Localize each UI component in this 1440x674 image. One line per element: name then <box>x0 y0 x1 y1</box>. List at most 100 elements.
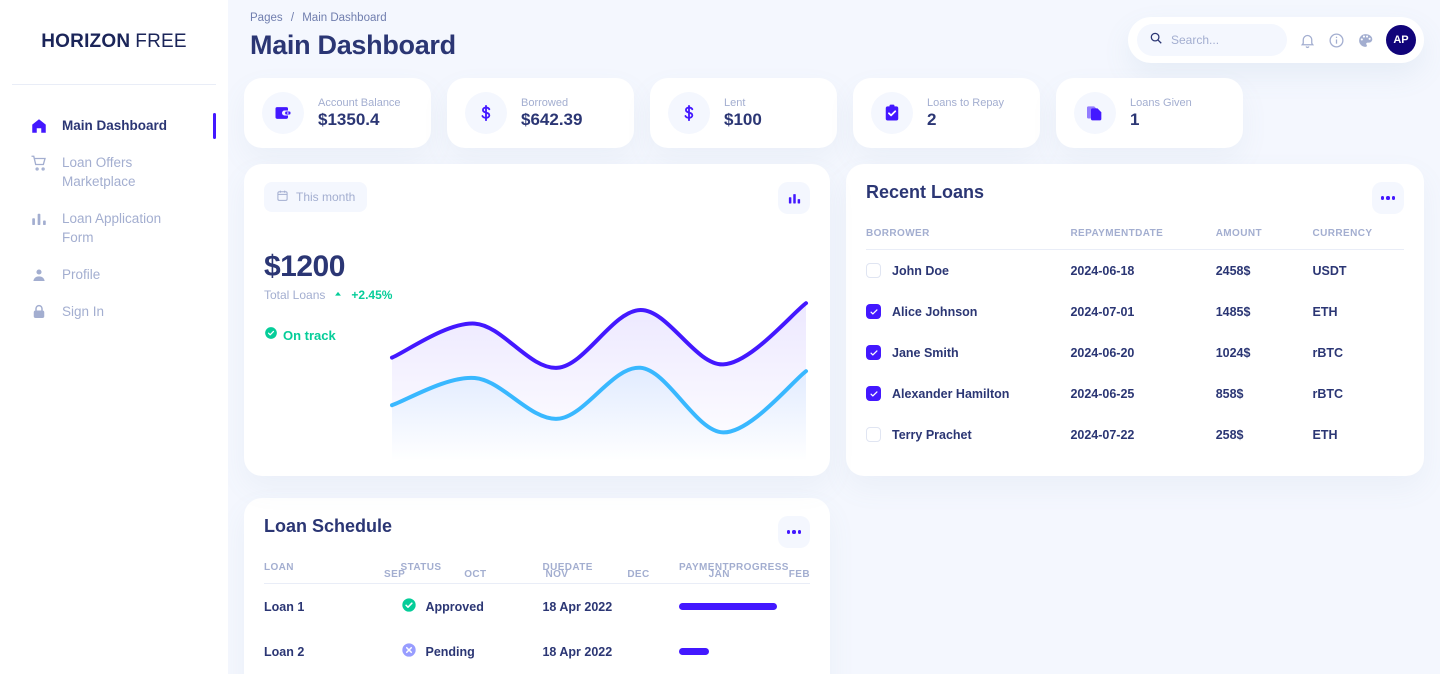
table-row[interactable]: Alice Johnson 2024-07-01 1485$ ETH <box>866 291 1404 332</box>
x-tick: SEP <box>384 569 406 580</box>
x-tick: JAN <box>708 569 730 580</box>
ellipsis-icon[interactable] <box>778 516 810 548</box>
stat-text: Account Balance $1350.4 <box>318 97 401 130</box>
table-row[interactable]: John Doe 2024-06-18 2458$ USDT <box>866 250 1404 292</box>
page-title: Main Dashboard <box>250 30 456 60</box>
active-indicator <box>213 113 216 139</box>
table-header-row: BORROWER REPAYMENTDATE AMOUNT CURRENCY <box>866 214 1404 250</box>
sidebar-item-sign-in[interactable]: Sign In <box>0 293 228 330</box>
chart-type-button[interactable] <box>778 182 810 214</box>
line-chart-svg <box>390 301 808 462</box>
stat-card-loans-to-repay[interactable]: Loans to Repay 2 <box>853 78 1040 148</box>
recent-loans-thead: BORROWER REPAYMENTDATE AMOUNT CURRENCY <box>866 214 1404 250</box>
stat-value: 1 <box>1130 109 1140 129</box>
row-checkbox[interactable] <box>866 386 881 401</box>
stat-text: Loans to Repay 2 <box>927 97 1004 130</box>
stat-card-borrowed[interactable]: Borrowed $642.39 <box>447 78 634 148</box>
dollar-icon <box>668 92 710 134</box>
column-header-repaymentdate[interactable]: REPAYMENTDATE <box>1070 214 1216 250</box>
column-header-amount[interactable]: AMOUNT <box>1215 214 1313 250</box>
x-tick: FEB <box>788 569 810 580</box>
header-toolbar: AP <box>1128 17 1424 63</box>
recent-loans-title: Recent Loans <box>866 182 985 202</box>
borrower-name: Alice Johnson <box>892 304 978 319</box>
breadcrumb-root[interactable]: Pages <box>250 12 283 24</box>
sidebar-item-main-dashboard[interactable]: Main Dashboard <box>0 107 228 144</box>
stat-card-lent[interactable]: Lent $100 <box>650 78 837 148</box>
cell-amount: 258$ <box>1215 427 1244 442</box>
column-header-borrower[interactable]: BORROWER <box>866 214 1071 250</box>
status-approved-icon <box>401 597 417 616</box>
table-row[interactable]: Jane Smith 2024-06-20 1024$ rBTC <box>866 332 1404 373</box>
avatar[interactable]: AP <box>1386 25 1416 55</box>
bar-chart-icon <box>30 210 48 228</box>
status-pending-icon <box>401 642 417 661</box>
cell-borrower: Alexander Hamilton <box>866 373 1070 414</box>
person-icon <box>30 266 48 284</box>
documents-icon <box>1074 92 1116 134</box>
loan-schedule-tbody: Loan 1 Approved 18 Apr 2022 Loan 2 Pending 18… <box>264 584 810 674</box>
search-input[interactable] <box>1171 33 1275 47</box>
cell-borrower: Terry Prachet <box>866 414 1070 455</box>
stat-card-loans-given[interactable]: Loans Given 1 <box>1056 78 1243 148</box>
cell-borrower: Jane Smith <box>866 332 1070 373</box>
cell-repaymentdate: 2024-06-20 <box>1070 345 1135 360</box>
chart-kpi-block: $1200 Total Loans +2.45% On track <box>264 250 392 345</box>
search-box[interactable] <box>1137 24 1287 56</box>
stat-text: Lent $100 <box>724 97 762 130</box>
recent-loans-header: Recent Loans <box>866 182 1404 214</box>
cell-currency: ETH <box>1312 304 1338 319</box>
table-row[interactable]: Terry Prachet 2024-07-22 258$ ETH <box>866 414 1404 455</box>
stat-card-account-balance[interactable]: Account Balance $1350.4 <box>244 78 431 148</box>
cell-loan: Loan 1 <box>264 599 305 614</box>
stat-text: Borrowed $642.39 <box>521 97 582 130</box>
sidebar-item-profile[interactable]: Profile <box>0 256 228 293</box>
date-range-button[interactable]: This month <box>264 182 368 212</box>
progress-fill <box>678 648 710 655</box>
row-checkbox[interactable] <box>866 304 881 319</box>
stat-card-row: Account Balance $1350.4 Borrowed $642.39 <box>244 78 1424 148</box>
cell-status: Approved <box>401 584 543 630</box>
stat-label: Lent <box>724 96 746 109</box>
table-row[interactable]: Alexander Hamilton 2024-06-25 858$ rBTC <box>866 373 1404 414</box>
cell-progress <box>678 584 810 630</box>
trend-up-icon <box>333 286 343 304</box>
row-checkbox[interactable] <box>866 345 881 360</box>
table-row[interactable]: Loan 2 Pending 18 Apr 2022 <box>264 629 810 674</box>
row-checkbox[interactable] <box>866 427 881 442</box>
column-header-loan[interactable]: LOAN <box>264 548 401 584</box>
sidebar-item-loan-application-form[interactable]: Loan Application Form <box>0 200 228 256</box>
content-grid: This month $1200 Total Loans +2.45% On t… <box>244 164 1424 674</box>
borrower-name: John Doe <box>892 263 949 278</box>
recent-loans-card: Recent Loans BORROWER REPAYMENTDATE AMOU… <box>846 164 1424 476</box>
cell-loan: Loan 2 <box>264 644 305 659</box>
cart-icon <box>30 154 48 172</box>
stat-label: Loans Given <box>1130 96 1192 109</box>
total-loans-chart-card: This month $1200 Total Loans +2.45% On t… <box>244 164 830 580</box>
topbar: Pages / Main Dashboard Main Dashboard Se… <box>244 0 1424 76</box>
info-icon[interactable] <box>1328 32 1345 49</box>
app-root: HORIZON FREE Main Dashboard Loan Offers … <box>0 0 1440 674</box>
search-icon <box>1149 31 1163 50</box>
sidebar-item-loan-offers-marketplace[interactable]: Loan Offers Marketplace <box>0 144 228 200</box>
cell-currency: ETH <box>1312 427 1338 442</box>
line-chart <box>384 242 814 462</box>
ellipsis-icon[interactable] <box>1372 182 1404 214</box>
theme-palette-icon[interactable] <box>1357 32 1374 49</box>
sidebar-item-label: Sign In <box>62 304 105 319</box>
row-checkbox[interactable] <box>866 263 881 278</box>
table-row[interactable]: Loan 1 Approved 18 Apr 2022 <box>264 584 810 630</box>
brand-name-light: FREE <box>135 31 187 52</box>
stat-value: $642.39 <box>521 109 583 129</box>
brand-logo: HORIZON FREE <box>0 0 228 84</box>
cell-repaymentdate: 2024-06-25 <box>1070 386 1135 401</box>
bell-icon[interactable] <box>1299 32 1316 49</box>
borrower-name: Jane Smith <box>892 345 959 360</box>
calendar-icon <box>276 189 289 205</box>
cell-currency: USDT <box>1312 263 1347 278</box>
lock-icon <box>30 303 48 321</box>
cell-repaymentdate: 2024-06-18 <box>1070 263 1135 278</box>
stat-text: Loans Given 1 <box>1130 97 1192 130</box>
column-header-currency[interactable]: CURRENCY <box>1312 214 1404 250</box>
bar-chart-icon <box>788 193 800 203</box>
